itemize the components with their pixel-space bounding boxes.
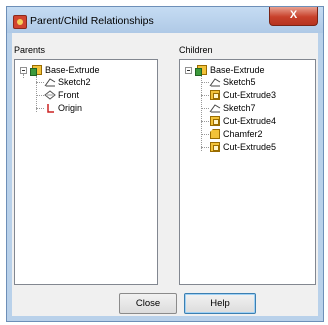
base-extrude-icon xyxy=(30,65,42,76)
help-button[interactable]: Help xyxy=(184,293,256,314)
window-close-button[interactable]: X xyxy=(269,7,318,26)
parents-tree[interactable]: Base-Extrude Sketch2 Front Origin xyxy=(14,59,158,285)
cut-extrude-icon xyxy=(210,116,220,126)
chamfer-icon xyxy=(210,129,220,139)
children-tree[interactable]: Base-Extrude Sketch5 Cut-Extrude3 Sketch… xyxy=(179,59,316,285)
window-title: Parent/Child Relationships xyxy=(30,15,154,27)
sketch-icon xyxy=(209,104,221,113)
children-label: Children xyxy=(179,45,213,55)
dialog-client-area: Parents Base-Extrude Sketch2 Front Origi… xyxy=(12,33,318,316)
plane-icon xyxy=(44,90,56,100)
cut-extrude-icon xyxy=(210,142,220,152)
parent-item-label[interactable]: Front xyxy=(58,89,79,101)
parents-root-label[interactable]: Base-Extrude xyxy=(45,64,100,76)
child-item-label[interactable]: Cut-Extrude3 xyxy=(223,89,276,101)
children-root-label[interactable]: Base-Extrude xyxy=(210,64,265,76)
close-button[interactable]: Close xyxy=(119,293,177,314)
cut-extrude-icon xyxy=(210,90,220,100)
parents-label: Parents xyxy=(14,45,46,55)
base-extrude-icon xyxy=(195,65,207,76)
child-item-label[interactable]: Chamfer2 xyxy=(223,128,263,140)
dialog-window: Parent/Child Relationships X Parents Bas… xyxy=(6,6,324,322)
collapse-icon[interactable] xyxy=(20,67,27,74)
sketch-icon xyxy=(209,78,221,87)
child-item-label[interactable]: Cut-Extrude4 xyxy=(223,115,276,127)
collapse-icon[interactable] xyxy=(185,67,192,74)
child-item-label[interactable]: Sketch7 xyxy=(223,102,256,114)
title-bar[interactable]: Parent/Child Relationships X xyxy=(7,7,323,33)
sketch-icon xyxy=(44,78,56,87)
child-item-label[interactable]: Sketch5 xyxy=(223,76,256,88)
child-item-label[interactable]: Cut-Extrude5 xyxy=(223,141,276,153)
parent-item-label[interactable]: Sketch2 xyxy=(58,76,91,88)
parent-item-label[interactable]: Origin xyxy=(58,102,82,114)
origin-icon xyxy=(47,104,54,113)
solidworks-app-icon xyxy=(13,15,27,29)
